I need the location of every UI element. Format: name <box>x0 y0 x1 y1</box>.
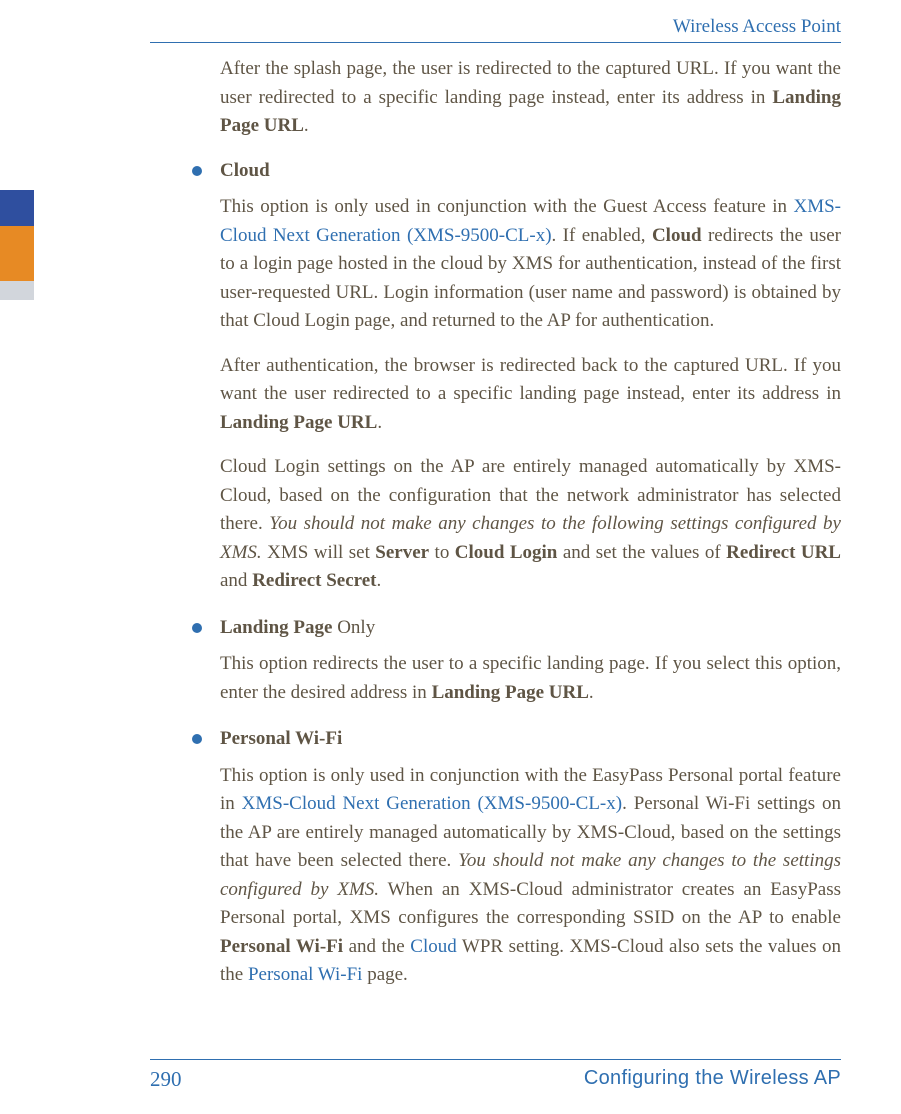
paragraph: Cloud Login settings on the AP are entir… <box>220 453 841 596</box>
text-run: . <box>377 570 382 591</box>
text-run: and the <box>343 936 410 957</box>
text-run: This option is only used in conjunction … <box>220 196 793 217</box>
footer-section-title: Configuring the Wireless AP <box>584 1067 841 1092</box>
bold-text: Redirect Secret <box>252 570 376 591</box>
footer-rule <box>150 1059 841 1060</box>
bullet-heading: Personal Wi-Fi <box>220 725 342 754</box>
link-text[interactable]: Cloud <box>410 936 456 957</box>
bold-text: Cloud <box>652 225 702 246</box>
side-tab <box>0 190 34 300</box>
text-run: and set the values of <box>557 542 726 563</box>
tab-segment-grey <box>0 281 34 300</box>
bullet-icon <box>192 734 202 744</box>
paragraph: This option redirects the user to a spec… <box>220 650 841 707</box>
text-run: . <box>377 412 382 433</box>
text-run: . <box>589 682 594 703</box>
link-text[interactable]: XMS-Cloud Next Generation (XMS-9500-CL-x… <box>242 793 622 814</box>
body-content: After the splash page, the user is redir… <box>220 55 841 1034</box>
bold-text: Server <box>375 542 429 563</box>
bullet-icon <box>192 166 202 176</box>
bold-text: Landing Page URL <box>220 412 377 433</box>
text-run: . If enabled, <box>552 225 652 246</box>
bullet-row: Cloud <box>220 157 841 186</box>
link-text[interactable]: Personal Wi-Fi <box>248 964 362 985</box>
bullet-heading: Landing Page Only <box>220 614 375 643</box>
list-item: Personal Wi-FiThis option is only used i… <box>220 725 841 990</box>
text-run: Only <box>332 617 375 638</box>
bullet-icon <box>192 623 202 633</box>
page: Wireless Access Point After the splash p… <box>0 0 901 1114</box>
text-run: and <box>220 570 252 591</box>
text-run: After authentication, the browser is red… <box>220 355 841 405</box>
tab-segment-orange <box>0 226 34 281</box>
list-item: Cloud This option is only used in conjunc… <box>220 157 841 596</box>
text-run: After the splash page, the user is redir… <box>220 58 841 108</box>
footer: 290 Configuring the Wireless AP <box>150 1067 841 1092</box>
list-item: Landing Page Only This option redirects t… <box>220 614 841 708</box>
intro-paragraph: After the splash page, the user is redir… <box>220 55 841 141</box>
bold-text: Redirect URL <box>726 542 841 563</box>
text-run: . <box>304 115 309 136</box>
text-run: Landing Page <box>220 617 332 638</box>
page-number: 290 <box>150 1067 182 1092</box>
running-header: Wireless Access Point <box>673 16 841 38</box>
paragraph: After authentication, the browser is red… <box>220 352 841 438</box>
text-run: to <box>429 542 455 563</box>
bullet-heading: Cloud <box>220 157 270 186</box>
text-run: XMS will set <box>262 542 376 563</box>
bullet-row: Personal Wi-Fi <box>220 725 841 754</box>
header-rule <box>150 42 841 43</box>
text-run: page. <box>362 964 407 985</box>
tab-segment-blue <box>0 190 34 226</box>
bold-text: Landing Page URL <box>432 682 589 703</box>
paragraph: This option is only used in conjunction … <box>220 193 841 336</box>
bullet-row: Landing Page Only <box>220 614 841 643</box>
bold-text: Cloud Login <box>455 542 558 563</box>
bold-text: Personal Wi-Fi <box>220 936 343 957</box>
paragraph: This option is only used in conjunction … <box>220 762 841 990</box>
